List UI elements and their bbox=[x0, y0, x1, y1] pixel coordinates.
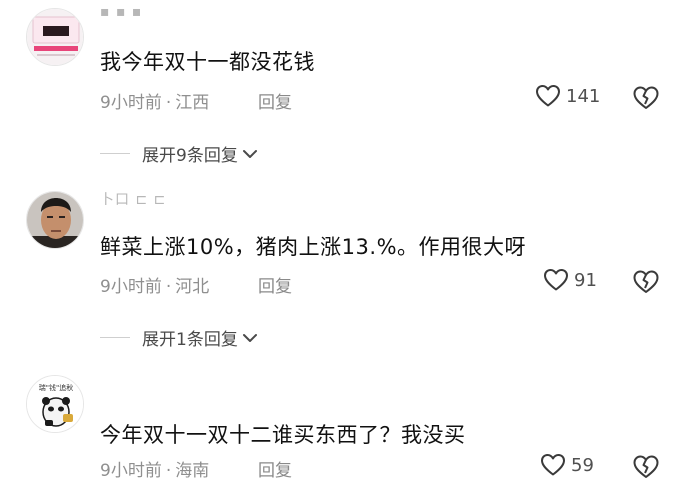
comment-location: 海南 bbox=[175, 461, 210, 481]
meta-separator: · bbox=[165, 277, 172, 297]
comment-item: 瑞"钱"追秋 今年双十一双十二谁买东西了？我没买 9小时前 · 海南 回复 59 bbox=[0, 355, 691, 496]
reply-button[interactable]: 回复 bbox=[258, 456, 292, 481]
avatar[interactable]: 瑞"钱"追秋 bbox=[26, 375, 84, 433]
like-count: 141 bbox=[566, 85, 601, 107]
comment-item: 卜口 ⊏ ⊏ 鲜菜上涨10%，猪肉上涨13.%。作用很大呀 9小时前 · 河北 回复… bbox=[0, 175, 691, 355]
like-count: 91 bbox=[574, 269, 597, 291]
heart-icon bbox=[544, 269, 568, 291]
comment-meta: 9小时前 · 江西 bbox=[100, 88, 209, 113]
reply-button[interactable]: 回复 bbox=[258, 88, 292, 113]
comment-text: 鲜菜上涨10%，猪肉上涨13.%。作用很大呀 bbox=[100, 235, 527, 259]
avatar-image: 瑞"钱"追秋 bbox=[27, 376, 83, 432]
like-button[interactable]: 91 bbox=[543, 268, 597, 292]
meta-separator: · bbox=[165, 93, 172, 113]
divider-line bbox=[100, 337, 130, 338]
comment-time: 9小时前 bbox=[100, 93, 162, 113]
comment-text: 我今年双十一都没花钱 bbox=[100, 50, 315, 74]
avatar-caption: 瑞"钱"追秋 bbox=[39, 383, 73, 392]
chevron-down-icon bbox=[242, 333, 257, 342]
like-button[interactable]: 141 bbox=[535, 84, 600, 108]
heart-icon bbox=[541, 454, 565, 476]
broken-heart-icon[interactable] bbox=[632, 269, 660, 295]
comment-time: 9小时前 bbox=[100, 461, 162, 481]
username[interactable]: 卜口 ⊏ ⊏ bbox=[100, 189, 166, 209]
expand-replies-button[interactable]: 展开9条回复 bbox=[100, 141, 258, 166]
meta-separator: · bbox=[165, 461, 172, 481]
avatar-image bbox=[27, 192, 83, 248]
expand-replies-button[interactable]: 展开1条回复 bbox=[100, 325, 258, 350]
like-button[interactable]: 59 bbox=[540, 453, 594, 477]
comment-time: 9小时前 bbox=[100, 277, 162, 297]
avatar[interactable] bbox=[26, 191, 84, 249]
comment-meta: 9小时前 · 海南 bbox=[100, 456, 209, 481]
avatar[interactable] bbox=[26, 8, 84, 66]
heart-icon bbox=[536, 85, 560, 107]
comment-meta: 9小时前 · 河北 bbox=[100, 272, 209, 297]
like-count: 59 bbox=[571, 454, 594, 476]
avatar-image bbox=[27, 9, 83, 65]
chevron-down-icon bbox=[242, 149, 257, 158]
reply-button[interactable]: 回复 bbox=[258, 272, 292, 297]
comment-text: 今年双十一双十二谁买东西了？我没买 bbox=[100, 423, 466, 447]
comment-location: 江西 bbox=[175, 93, 210, 113]
comment-item: ▪ ▪ ▪ 我今年双十一都没花钱 9小时前 · 江西 回复 141 展开9条回复 bbox=[0, 0, 691, 175]
broken-heart-icon[interactable] bbox=[632, 85, 660, 111]
divider-line bbox=[100, 153, 130, 154]
comment-location: 河北 bbox=[175, 277, 210, 297]
username[interactable]: ▪ ▪ ▪ bbox=[100, 4, 142, 20]
expand-replies-label: 展开1条回复 bbox=[142, 330, 238, 350]
broken-heart-icon[interactable] bbox=[632, 454, 660, 480]
expand-replies-label: 展开9条回复 bbox=[142, 146, 238, 166]
